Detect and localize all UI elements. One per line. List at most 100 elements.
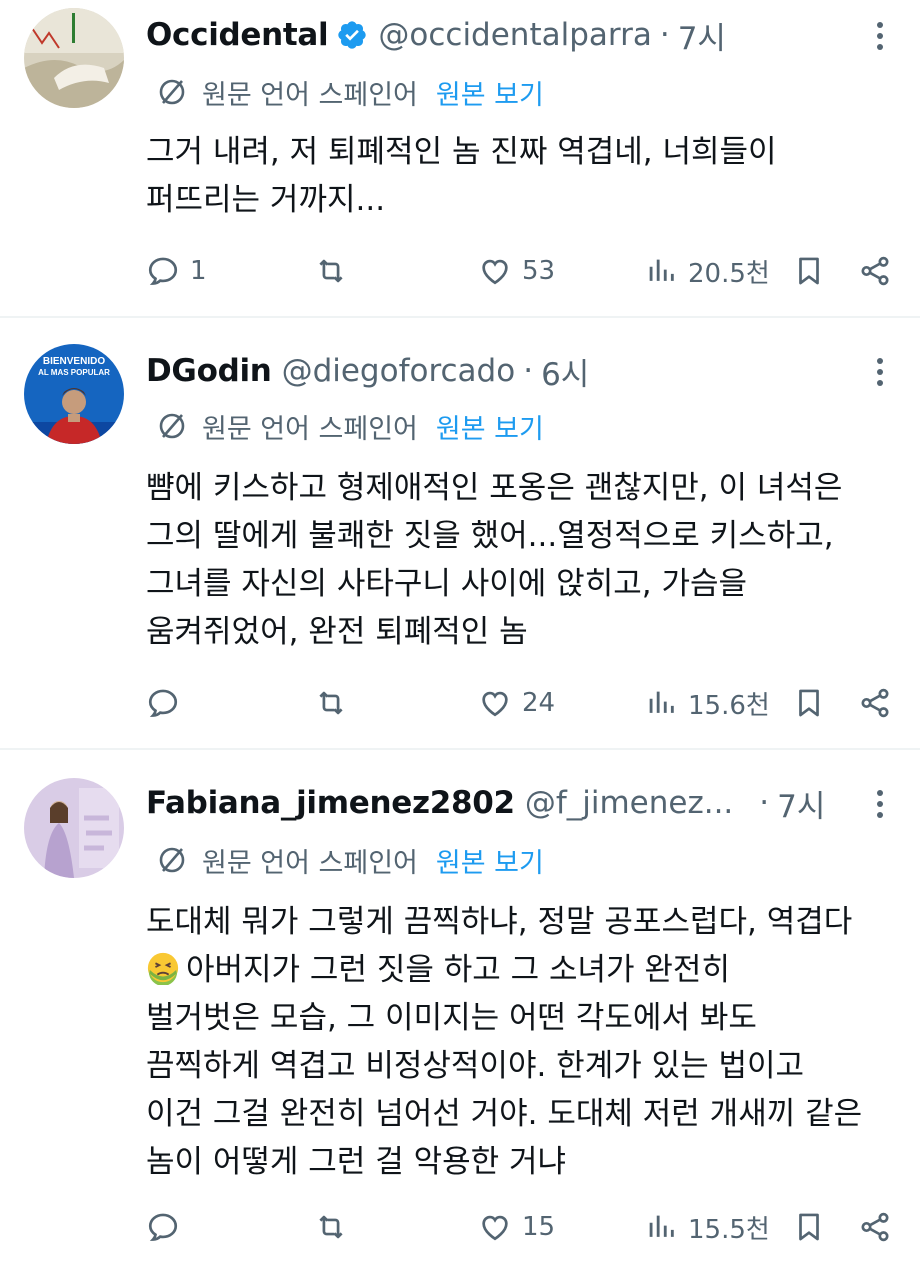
retweet-icon bbox=[319, 259, 343, 283]
tweet-2[interactable]: BIENVENIDO AL MAS POPULAR DGodin @diegof… bbox=[0, 318, 920, 750]
avatar-caption: BIENVENIDO bbox=[43, 356, 105, 367]
view-count: 15.5천 bbox=[688, 1214, 770, 1245]
tweet-text-line: 그녀를 자신의 사타구니 사이에 앉히고, 가슴을 bbox=[146, 566, 748, 602]
translation-language-label: 원문 언어 스페인어 bbox=[202, 413, 418, 445]
bookmark-icon bbox=[799, 1213, 819, 1241]
tweet-text: 도대체 뭐가 그렇게 끔찍하냐, 정말 공포스럽다, 역겹다 아버지가 그런 짓… bbox=[146, 898, 906, 1186]
tweet-text-line: 끔찍하게 역겹고 비정상적이야. 한계가 있는 법이고 bbox=[146, 1048, 805, 1084]
translate-icon bbox=[156, 844, 188, 876]
timestamp[interactable]: 7시 bbox=[678, 13, 726, 58]
user-handle[interactable]: @f_jimenez... bbox=[525, 785, 733, 821]
reply-count: 1 bbox=[190, 256, 207, 286]
like-button[interactable]: 53 bbox=[478, 246, 555, 296]
tweet-3[interactable]: Fabiana_jimenez2802 @f_jimenez... · 7시 원… bbox=[0, 750, 920, 1265]
display-name[interactable]: Fabiana_jimenez2802 bbox=[146, 785, 515, 821]
share-button[interactable] bbox=[858, 678, 892, 728]
views-button[interactable]: 15.5천 bbox=[644, 1202, 770, 1252]
like-icon bbox=[482, 691, 508, 717]
tweet-text-line: 도대체 뭐가 그렇게 끔찍하냐, 정말 공포스럽다, 역겹다 bbox=[146, 904, 853, 940]
show-original-link[interactable]: 원본 보기 bbox=[436, 407, 544, 446]
action-bar: 24 15.6천 bbox=[140, 678, 900, 728]
reply-button[interactable] bbox=[146, 1202, 190, 1252]
like-count: 53 bbox=[522, 256, 556, 286]
display-name[interactable]: Occidental bbox=[146, 17, 329, 53]
tweet-text-line: 움켜쥐었어, 완전 퇴폐적인 놈 bbox=[146, 614, 528, 650]
tweet-text-line: 뺨에 키스하고 형제애적인 포옹은 괜찮지만, 이 녀석은 bbox=[146, 470, 843, 506]
user-handle[interactable]: @occidentalparra bbox=[378, 17, 651, 53]
views-button[interactable]: 15.6천 bbox=[644, 678, 770, 728]
timestamp[interactable]: 7시 bbox=[777, 781, 825, 826]
more-icon[interactable] bbox=[870, 16, 890, 56]
like-icon bbox=[482, 259, 508, 285]
tweet-header: Occidental @occidentalparra · 7시 bbox=[146, 10, 726, 60]
share-icon bbox=[861, 256, 889, 286]
reply-icon bbox=[148, 689, 178, 717]
share-icon bbox=[861, 1212, 889, 1242]
translate-icon bbox=[156, 410, 188, 442]
bookmark-button[interactable] bbox=[792, 678, 826, 728]
avatar[interactable]: BIENVENIDO AL MAS POPULAR bbox=[24, 344, 124, 444]
retweet-button[interactable] bbox=[314, 1202, 358, 1252]
tweet-text-line: 놈이 어떻게 그런 걸 악용한 거냐 bbox=[146, 1144, 567, 1180]
translation-language-label: 원문 언어 스페인어 bbox=[202, 847, 418, 879]
tweet-text-line: 퍼뜨리는 거까지... bbox=[146, 182, 386, 218]
views-icon bbox=[649, 691, 674, 713]
translation-notice: 원문 언어 스페인어 원본 보기 bbox=[156, 70, 544, 114]
retweet-icon bbox=[319, 1215, 343, 1239]
tweet-text: 그거 내려, 저 퇴폐적인 놈 진짜 역겹네, 너희들이 퍼뜨리는 거까지... bbox=[146, 128, 906, 224]
more-icon[interactable] bbox=[870, 784, 890, 824]
tweet-text-line: 이건 그걸 완전히 넘어선 거야. 도대체 저런 개새끼 같은 bbox=[146, 1096, 863, 1132]
bookmark-button[interactable] bbox=[792, 1202, 826, 1252]
tweet-header: Fabiana_jimenez2802 @f_jimenez... · 7시 bbox=[146, 778, 825, 828]
tweet-text-line: 벌거벗은 모습, 그 이미지는 어떤 각도에서 봐도 bbox=[146, 1000, 757, 1036]
translation-notice: 원문 언어 스페인어 원본 보기 bbox=[156, 838, 544, 882]
verified-badge-icon bbox=[336, 19, 368, 51]
view-count: 20.5천 bbox=[688, 258, 770, 289]
tweet-text-line-with-emoji: 아버지가 그런 짓을 하고 그 소녀가 완전히 bbox=[146, 946, 906, 994]
like-button[interactable]: 15 bbox=[478, 1202, 555, 1252]
reply-button[interactable] bbox=[146, 678, 190, 728]
bookmark-icon bbox=[799, 257, 819, 285]
avatar[interactable] bbox=[24, 8, 124, 108]
translation-notice: 원문 언어 스페인어 원본 보기 bbox=[156, 404, 544, 448]
show-original-link[interactable]: 원본 보기 bbox=[436, 73, 544, 112]
tweet-text-fragment: 아버지가 그런 짓을 하고 그 소녀가 완전히 bbox=[186, 952, 730, 988]
like-count: 24 bbox=[522, 688, 556, 718]
reply-icon bbox=[148, 257, 178, 285]
like-count: 15 bbox=[522, 1212, 556, 1242]
avatar[interactable] bbox=[24, 778, 124, 878]
action-bar: 1 53 20.5천 bbox=[140, 246, 900, 296]
more-icon[interactable] bbox=[870, 352, 890, 392]
share-button[interactable] bbox=[858, 1202, 892, 1252]
user-handle[interactable]: @diegoforcado bbox=[282, 353, 516, 389]
separator-dot: · bbox=[523, 353, 534, 389]
tweet-text: 뺨에 키스하고 형제애적인 포옹은 괜찮지만, 이 녀석은 그의 딸에게 불쾌한… bbox=[146, 464, 906, 656]
view-count: 15.6천 bbox=[688, 690, 770, 721]
translation-language-label: 원문 언어 스페인어 bbox=[202, 79, 418, 111]
retweet-icon bbox=[319, 691, 343, 715]
show-original-link[interactable]: 원본 보기 bbox=[436, 841, 544, 880]
action-bar: 15 15.5천 bbox=[140, 1202, 900, 1252]
tweet-header: DGodin @diegoforcado · 6시 bbox=[146, 346, 589, 396]
timestamp[interactable]: 6시 bbox=[541, 349, 589, 394]
retweet-button[interactable] bbox=[314, 246, 358, 296]
views-icon bbox=[649, 259, 674, 281]
views-button[interactable]: 20.5천 bbox=[644, 246, 770, 296]
tweet-1[interactable]: Occidental @occidentalparra · 7시 원문 언어 스… bbox=[0, 0, 920, 318]
reply-icon bbox=[148, 1213, 178, 1241]
retweet-button[interactable] bbox=[314, 678, 358, 728]
like-button[interactable]: 24 bbox=[478, 678, 555, 728]
display-name[interactable]: DGodin bbox=[146, 353, 272, 389]
reply-button[interactable]: 1 bbox=[146, 246, 207, 296]
views-icon bbox=[649, 1215, 674, 1237]
nauseated-face-emoji-icon bbox=[146, 951, 180, 986]
share-button[interactable] bbox=[858, 246, 892, 296]
separator-dot: · bbox=[759, 785, 770, 821]
like-icon bbox=[482, 1215, 508, 1241]
tweet-text-line: 그의 딸에게 불쾌한 짓을 했어...열정적으로 키스하고, bbox=[146, 518, 834, 554]
tweet-text-line: 그거 내려, 저 퇴폐적인 놈 진짜 역겹네, 너희들이 bbox=[146, 134, 777, 170]
bookmark-button[interactable] bbox=[792, 246, 826, 296]
bookmark-icon bbox=[799, 689, 819, 717]
separator-dot: · bbox=[659, 17, 670, 53]
translate-icon bbox=[156, 76, 188, 108]
